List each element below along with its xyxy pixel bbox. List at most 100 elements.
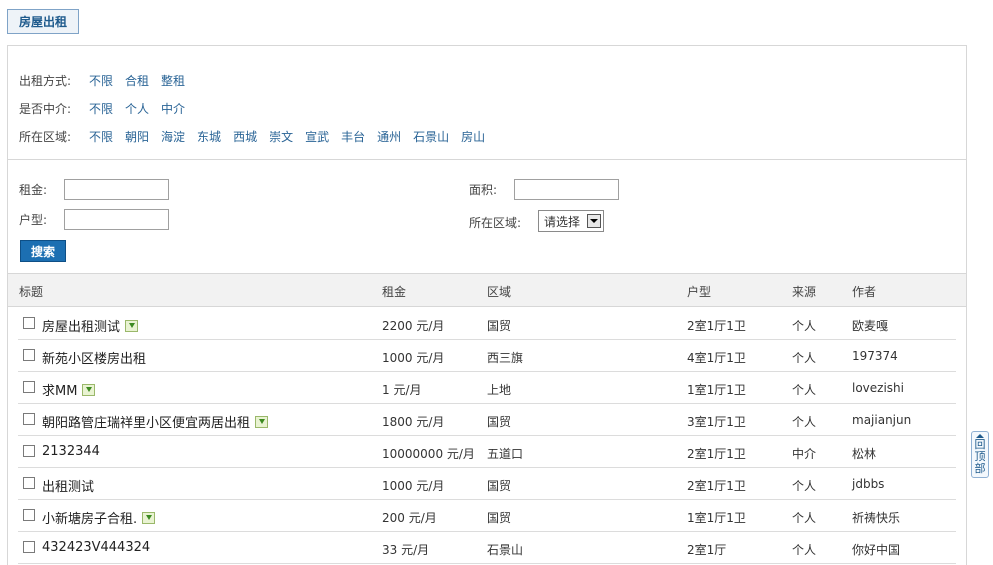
area-cell: 石景山 <box>487 543 524 557</box>
source-cell: 个人 <box>792 543 817 557</box>
table-row: 求MM 1 元/月 上地 1室1厅1卫 个人 lovezishi <box>18 372 956 404</box>
rent-cell: 1 元/月 <box>382 383 422 397</box>
filter-rent-type-any[interactable]: 不限 <box>89 72 113 89</box>
filter-district-shijingshan[interactable]: 石景山 <box>413 128 449 145</box>
area-cell: 国贸 <box>487 415 512 429</box>
listing-title[interactable]: 小新塘房子合租. <box>42 508 137 527</box>
layout-cell: 1室1厅1卫 <box>687 383 746 397</box>
chevron-down-icon[interactable] <box>587 214 601 228</box>
source-cell: 个人 <box>792 319 817 333</box>
col-rent: 租金 <box>382 285 407 299</box>
filter-agent-agency[interactable]: 中介 <box>161 100 185 117</box>
layout-input[interactable] <box>64 209 169 230</box>
source-cell: 个人 <box>792 351 817 365</box>
row-checkbox[interactable] <box>23 381 35 393</box>
tab-label: 房屋出租 <box>18 15 67 29</box>
table-row: 小新塘房子合租. 200 元/月 国贸 1室1厅1卫 个人 祈祷快乐 <box>18 500 956 532</box>
divider <box>8 159 966 160</box>
table-row: 出租测试 1000 元/月 国贸 2室1厅1卫 个人 jdbbs <box>18 468 956 500</box>
listing-title-link[interactable]: 房屋出租测试 <box>42 316 139 335</box>
filter-district-xicheng[interactable]: 西城 <box>233 128 257 145</box>
rent-cell: 2200 元/月 <box>382 319 445 333</box>
filter-agent-personal[interactable]: 个人 <box>125 100 149 117</box>
layout-cell: 2室1厅1卫 <box>687 479 746 493</box>
filter-district-any[interactable]: 不限 <box>89 128 113 145</box>
district-select[interactable]: 请选择 <box>538 210 604 232</box>
listing-title[interactable]: 2132344 <box>42 444 100 459</box>
source-cell: 个人 <box>792 415 817 429</box>
listing-title-link[interactable]: 小新塘房子合租. <box>42 508 156 527</box>
listing-title-link[interactable]: 2132344 <box>42 444 100 459</box>
filter-district-dongcheng[interactable]: 东城 <box>197 128 221 145</box>
row-checkbox[interactable] <box>23 317 35 329</box>
table-header: 标题 租金 区域 户型 来源 作者 <box>8 273 966 307</box>
row-checkbox[interactable] <box>23 477 35 489</box>
filter-district-fangshan[interactable]: 房山 <box>461 128 485 145</box>
source-cell: 个人 <box>792 479 817 493</box>
rent-cell: 1000 元/月 <box>382 351 445 365</box>
listing-title-link[interactable]: 求MM <box>42 380 96 399</box>
filter-rent-type: 出租方式: 不限 合租 整租 <box>19 72 197 88</box>
filter-rent-type-whole[interactable]: 整租 <box>161 72 185 89</box>
row-checkbox[interactable] <box>23 445 35 457</box>
area-size-input[interactable] <box>514 179 619 200</box>
listing-title-link[interactable]: 新苑小区楼房出租 <box>42 348 146 367</box>
filter-rent-type-label: 出租方式: <box>19 73 72 88</box>
table-row: 2132344 10000000 元/月 五道口 2室1厅1卫 中介 松林 <box>18 436 956 468</box>
district-select-value: 请选择 <box>544 214 581 229</box>
filter-agent: 是否中介: 不限 个人 中介 <box>19 100 197 116</box>
author-cell: 祈祷快乐 <box>852 511 901 525</box>
back-to-top-button[interactable]: 回 顶 部 <box>971 431 989 478</box>
col-layout: 户型 <box>687 285 712 299</box>
listing-title[interactable]: 求MM <box>42 380 77 399</box>
listing-title[interactable]: 朝阳路管庄瑞祥里小区便宜两居出租 <box>42 412 250 431</box>
listing-title-link[interactable]: 432423V444324 <box>42 540 150 555</box>
listing-title[interactable]: 房屋出租测试 <box>42 316 120 335</box>
table-row: 新苑小区楼房出租 1000 元/月 西三旗 4室1厅1卫 个人 197374 <box>18 340 956 372</box>
rent-cell: 10000000 元/月 <box>382 447 475 461</box>
author-cell: 松林 <box>852 447 877 461</box>
table-row: 432423V444324 33 元/月 石景山 2室1厅 个人 你好中国 <box>18 532 956 564</box>
row-checkbox[interactable] <box>23 349 35 361</box>
rent-cell: 200 元/月 <box>382 511 437 525</box>
listing-title[interactable]: 出租测试 <box>42 476 94 495</box>
main-panel: 出租方式: 不限 合租 整租 是否中介: 不限 个人 中介 所在区域: 不限 朝… <box>7 45 967 565</box>
listing-title[interactable]: 432423V444324 <box>42 540 150 555</box>
image-icon <box>142 511 156 524</box>
filter-district-chongwen[interactable]: 崇文 <box>269 128 293 145</box>
area-cell: 上地 <box>487 383 512 397</box>
layout-cell: 4室1厅1卫 <box>687 351 746 365</box>
listing-title-link[interactable]: 出租测试 <box>42 476 94 495</box>
layout-cell: 3室1厅1卫 <box>687 415 746 429</box>
filter-rent-type-shared[interactable]: 合租 <box>125 72 149 89</box>
row-checkbox[interactable] <box>23 509 35 521</box>
filter-agent-any[interactable]: 不限 <box>89 100 113 117</box>
area-cell: 西三旗 <box>487 351 524 365</box>
layout-cell: 1室1厅1卫 <box>687 511 746 525</box>
listing-title[interactable]: 新苑小区楼房出租 <box>42 348 146 367</box>
listing-title-link[interactable]: 朝阳路管庄瑞祥里小区便宜两居出租 <box>42 412 269 431</box>
image-icon <box>82 383 96 396</box>
rent-input[interactable] <box>64 179 169 200</box>
filter-district-haidian[interactable]: 海淀 <box>161 128 185 145</box>
filter-district-xuanwu[interactable]: 宣武 <box>305 128 329 145</box>
layout-cell: 2室1厅1卫 <box>687 319 746 333</box>
col-author: 作者 <box>852 285 877 299</box>
filter-district-chaoyang[interactable]: 朝阳 <box>125 128 149 145</box>
col-source: 来源 <box>792 285 817 299</box>
author-cell: 197374 <box>852 349 898 363</box>
area-cell: 国贸 <box>487 511 512 525</box>
author-cell: lovezishi <box>852 381 904 395</box>
rent-label: 租金: <box>19 183 48 197</box>
col-area: 区域 <box>487 285 512 299</box>
rent-cell: 33 元/月 <box>382 543 430 557</box>
search-button[interactable]: 搜索 <box>20 240 66 262</box>
filter-district-fengtai[interactable]: 丰台 <box>341 128 365 145</box>
filter-district-label: 所在区域: <box>19 129 72 144</box>
tab-house-rental[interactable]: 房屋出租 <box>7 9 79 34</box>
row-checkbox[interactable] <box>23 413 35 425</box>
filter-district-tongzhou[interactable]: 通州 <box>377 128 401 145</box>
area-cell: 国贸 <box>487 479 512 493</box>
source-cell: 个人 <box>792 511 817 525</box>
row-checkbox[interactable] <box>23 541 35 553</box>
